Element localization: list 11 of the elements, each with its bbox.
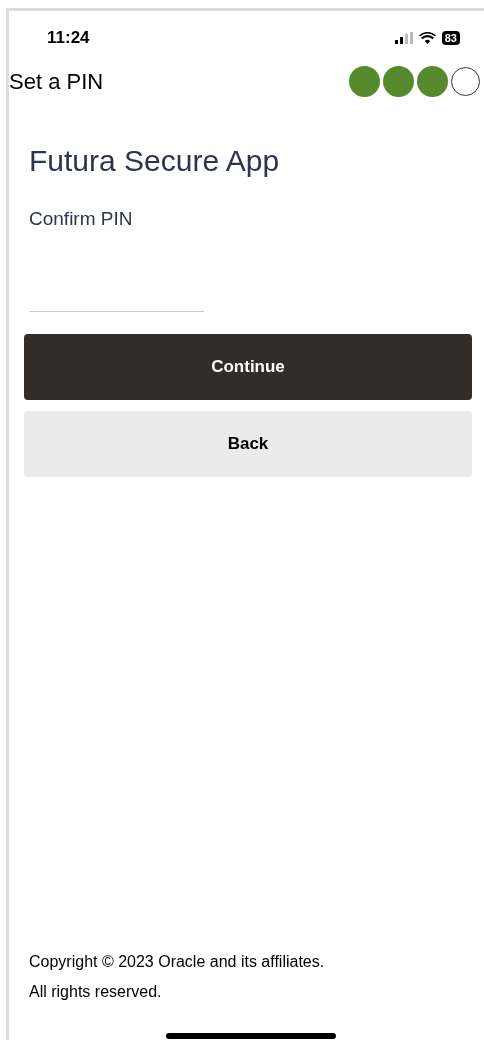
field-label: Confirm PIN [29, 207, 134, 231]
signal-icon [394, 32, 413, 44]
status-time: 11:24 [47, 27, 90, 50]
wifi-icon [418, 32, 436, 44]
continue-button[interactable]: Continue [24, 333, 472, 400]
back-button[interactable]: Back [24, 410, 472, 477]
copyright-text: All rights reserved. [29, 982, 163, 1002]
page-title: Set a PIN [9, 68, 104, 96]
app-title: Futura Secure App [29, 143, 281, 179]
copyright-text: Copyright © 2023 Oracle and its affiliates. [29, 952, 326, 972]
battery-level: 83 [441, 31, 460, 45]
